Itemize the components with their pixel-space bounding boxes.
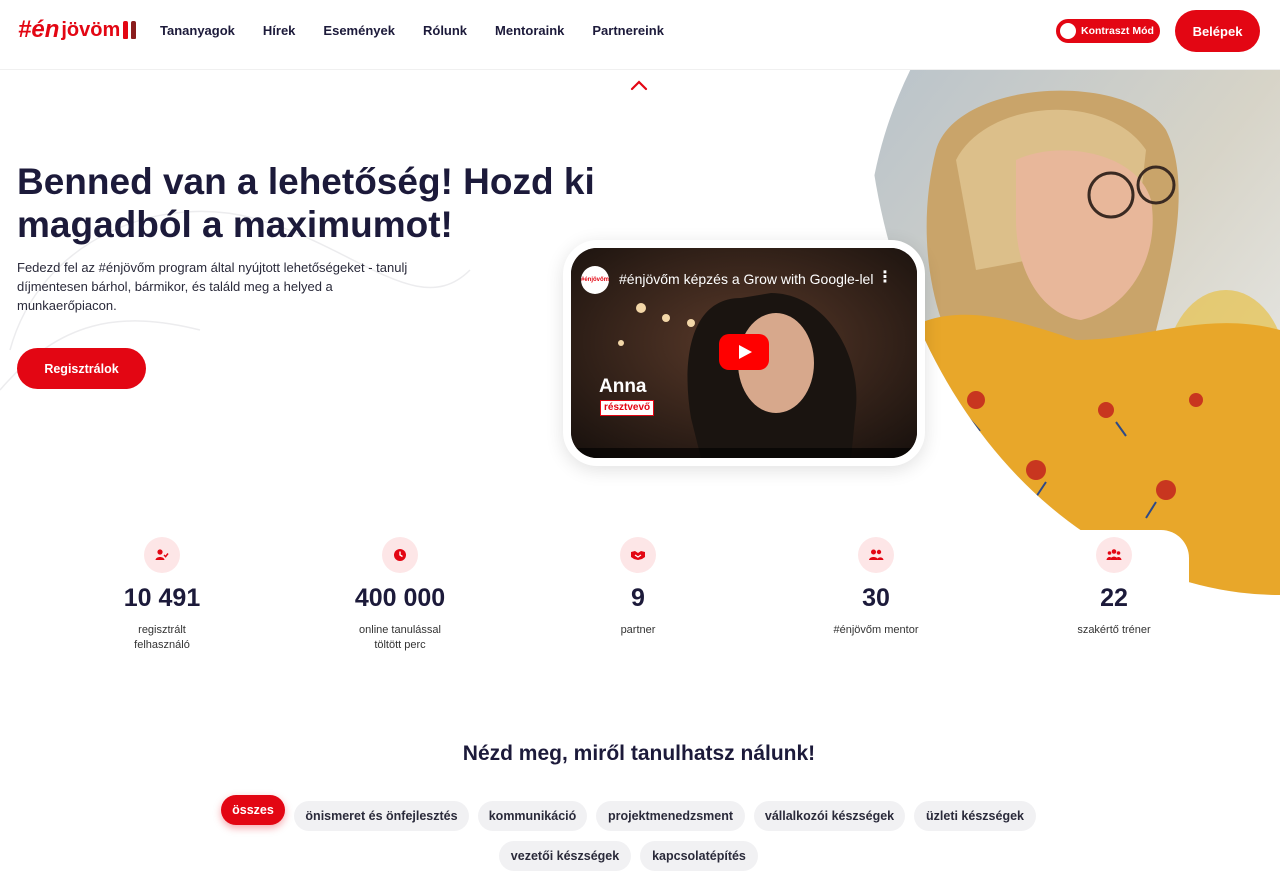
- hero-subtitle: Fedezd fel az #énjövőm program által nyú…: [17, 260, 408, 313]
- stat-value: 10 491: [123, 584, 201, 612]
- stat-label: regisztrált felhasználó: [134, 624, 190, 651]
- main-menu: Tananyagok Hírek Események Rólunk Mentor…: [160, 22, 692, 40]
- user-check-icon: [144, 537, 180, 573]
- more-vertical-icon[interactable]: ⋮: [877, 270, 893, 286]
- logo-bottle-icon: [123, 21, 129, 39]
- filter-chip-uzleti[interactable]: üzleti készségek: [914, 801, 1036, 831]
- video-person-role: résztvevő: [600, 400, 655, 416]
- handshake-icon: [620, 537, 656, 573]
- stat-value: 400 000: [354, 584, 446, 612]
- stat-mentors: 30 #énjövőm mentor: [786, 537, 966, 638]
- contrast-mode-label: Kontraszt Mód: [1081, 25, 1154, 37]
- users-icon: [858, 537, 894, 573]
- group-icon: [1096, 537, 1132, 573]
- filter-chip-kapcsolatepites[interactable]: kapcsolatépítés: [640, 841, 758, 871]
- stat-learning-minutes: 400 000 online tanulással töltött perc: [310, 537, 490, 653]
- hero-title: Benned van a lehetőség! Hozd ki magadból…: [17, 161, 595, 245]
- play-button[interactable]: [719, 334, 769, 370]
- stat-partners: 9 partner: [548, 537, 728, 638]
- hero-photo: [866, 70, 1280, 595]
- login-button[interactable]: Belépek: [1175, 10, 1260, 52]
- nav-link-tananyagok[interactable]: Tananyagok: [160, 22, 235, 40]
- toggle-knob: [1060, 23, 1076, 39]
- filter-chip-vezetoi[interactable]: vezetői készségek: [499, 841, 631, 871]
- nav-link-esemenyek[interactable]: Események: [323, 22, 395, 40]
- stat-label: #énjövőm mentor: [833, 624, 919, 636]
- register-button[interactable]: Regisztrálok: [17, 348, 146, 389]
- stat-value: 9: [631, 584, 645, 612]
- top-navigation: #én jövöm Tananyagok Hírek Események Ról…: [0, 0, 1280, 70]
- stat-registered-users: 10 491 regisztrált felhasználó: [72, 537, 252, 653]
- section-title: Nézd meg, miről tanulhatsz nálunk!: [462, 742, 816, 765]
- stat-label: partner: [620, 624, 656, 636]
- nav-link-mentoraink[interactable]: Mentoraink: [495, 22, 564, 40]
- hero-photo-illustration: [866, 70, 1280, 595]
- filter-chip-projektmenedzsment[interactable]: projektmenedzsment: [596, 801, 745, 831]
- video-card: #énjövőm #énjövőm képzés a Grow with Goo…: [563, 240, 925, 466]
- clock-icon: [382, 537, 418, 573]
- enjovom-logo[interactable]: #én jövöm: [18, 16, 137, 43]
- nav-link-partnereink[interactable]: Partnereink: [592, 22, 664, 40]
- chevron-up-icon[interactable]: [629, 78, 649, 92]
- stat-value: 30: [862, 584, 890, 612]
- logo-word-text: jövöm: [61, 19, 121, 41]
- stat-label: szakértő tréner: [1077, 624, 1151, 636]
- filter-chip-kommunikacio[interactable]: kommunikáció: [478, 801, 587, 831]
- logo-hash-text: #én: [18, 16, 60, 43]
- stat-value: 22: [1100, 584, 1128, 612]
- logo-bottle-icon: [131, 21, 137, 39]
- filter-chip-onismeret[interactable]: önismeret és önfejlesztés: [294, 801, 469, 831]
- nav-link-rolunk[interactable]: Rólunk: [423, 22, 467, 40]
- filter-chip-vallalkozoi[interactable]: vállalkozói készségek: [754, 801, 905, 831]
- contrast-mode-toggle[interactable]: Kontraszt Mód: [1056, 19, 1160, 43]
- nav-link-hirek[interactable]: Hírek: [263, 22, 296, 40]
- video-person-name: Anna: [599, 376, 647, 397]
- youtube-video-player[interactable]: #énjövőm #énjövőm képzés a Grow with Goo…: [571, 248, 917, 458]
- stat-label: online tanulással töltött perc: [359, 624, 441, 651]
- filter-chip-osszes[interactable]: összes: [221, 795, 285, 825]
- channel-avatar[interactable]: #énjövőm: [581, 266, 609, 294]
- video-title[interactable]: #énjövőm képzés a Grow with Google-lel: [619, 270, 873, 288]
- stat-trainers: 22 szakértő tréner: [1024, 537, 1204, 638]
